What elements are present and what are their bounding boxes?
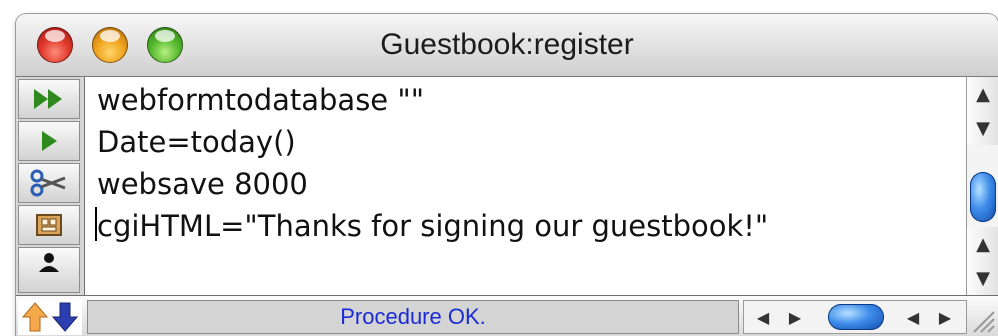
code-line: cgiHTML="Thanks for signing our guestboo… xyxy=(97,209,769,243)
arrow-left-icon: ◀ xyxy=(906,307,920,327)
run-all-button[interactable] xyxy=(18,79,80,119)
arrow-down-icon: ▼ xyxy=(976,117,990,139)
vertical-scrollbar[interactable]: ▲ ▼ ▲ ▼ xyxy=(966,77,998,295)
down-arrow-icon[interactable] xyxy=(51,301,79,333)
scroll-left-button-right[interactable]: ◀ xyxy=(900,301,926,333)
scroll-down-button[interactable]: ▼ xyxy=(967,111,998,145)
arrow-right-icon: ▶ xyxy=(788,307,802,327)
code-line: webformtodatabase "" xyxy=(97,83,425,117)
code-editor[interactable]: webformtodatabase "" Date=today() websav… xyxy=(85,77,966,295)
arrow-down-icon: ▼ xyxy=(976,267,990,289)
tool-strip xyxy=(16,77,85,295)
arrow-up-icon: ▲ xyxy=(976,233,990,255)
resize-grip-icon[interactable] xyxy=(968,302,996,334)
code-line: websave 8000 xyxy=(97,167,308,201)
scissors-icon xyxy=(30,169,66,197)
up-arrow-icon[interactable] xyxy=(21,301,49,333)
run-icon xyxy=(42,131,57,151)
cut-button[interactable] xyxy=(18,163,80,203)
clipboard-button[interactable] xyxy=(18,205,80,245)
record-nav-buttons[interactable] xyxy=(18,299,82,335)
title-bar[interactable]: Guestbook:register xyxy=(16,14,998,77)
scroll-left-button[interactable]: ◀ xyxy=(750,301,776,333)
user-icon xyxy=(39,253,59,272)
arrow-up-icon: ▲ xyxy=(976,83,990,105)
scroll-down-button-lower[interactable]: ▼ xyxy=(967,261,998,295)
scroll-up-button[interactable]: ▲ xyxy=(967,77,998,111)
run-all-icon xyxy=(34,89,62,109)
arrow-left-icon: ◀ xyxy=(756,307,770,327)
code-line: Date=today() xyxy=(97,125,296,159)
scroll-up-button-lower[interactable]: ▲ xyxy=(967,227,998,261)
vertical-scroll-thumb[interactable] xyxy=(970,172,996,222)
status-bar: Procedure OK. ◀ ▶ ◀ ▶ xyxy=(16,295,998,336)
horizontal-scroll-thumb[interactable] xyxy=(828,304,884,330)
run-button[interactable] xyxy=(18,121,80,161)
user-button[interactable] xyxy=(18,247,80,293)
scroll-right-button[interactable]: ▶ xyxy=(782,301,808,333)
scroll-right-button-right[interactable]: ▶ xyxy=(932,301,958,333)
window-title: Guestbook:register xyxy=(380,28,634,61)
clipboard-icon xyxy=(36,214,62,236)
arrow-right-icon: ▶ xyxy=(938,307,952,327)
horizontal-scrollbar[interactable]: ◀ ▶ ◀ ▶ xyxy=(743,300,967,334)
status-message: Procedure OK. xyxy=(87,300,739,334)
text-caret xyxy=(95,207,97,241)
procedure-window: Guestbook:register webformtodatabase "" … xyxy=(16,14,998,336)
